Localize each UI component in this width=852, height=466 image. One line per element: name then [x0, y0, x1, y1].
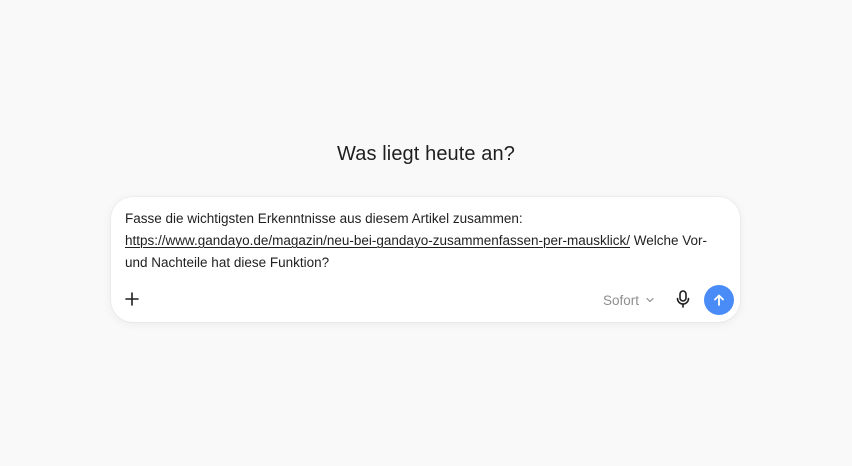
- page: Was liegt heute an? Fasse die wichtigste…: [0, 0, 852, 466]
- microphone-icon: [676, 290, 690, 308]
- voice-input-button[interactable]: [673, 288, 693, 310]
- page-title: Was liegt heute an?: [337, 143, 515, 165]
- prompt-composer[interactable]: Fasse die wichtigsten Erkenntnisse aus d…: [111, 197, 740, 322]
- arrow-up-icon: [714, 294, 724, 306]
- model-selector[interactable]: Sofort: [603, 290, 655, 310]
- model-selector-label: Sofort: [603, 292, 640, 308]
- send-button[interactable]: [704, 285, 734, 315]
- prompt-link[interactable]: https://www.gandayo.de/magazin/neu-bei-g…: [125, 233, 630, 248]
- add-attachment-button[interactable]: [120, 287, 144, 311]
- prompt-text-intro: Fasse die wichtigsten Erkenntnisse aus d…: [125, 211, 523, 226]
- prompt-input[interactable]: Fasse die wichtigsten Erkenntnisse aus d…: [125, 208, 725, 274]
- chevron-down-icon: [646, 297, 654, 303]
- plus-icon: [125, 292, 139, 306]
